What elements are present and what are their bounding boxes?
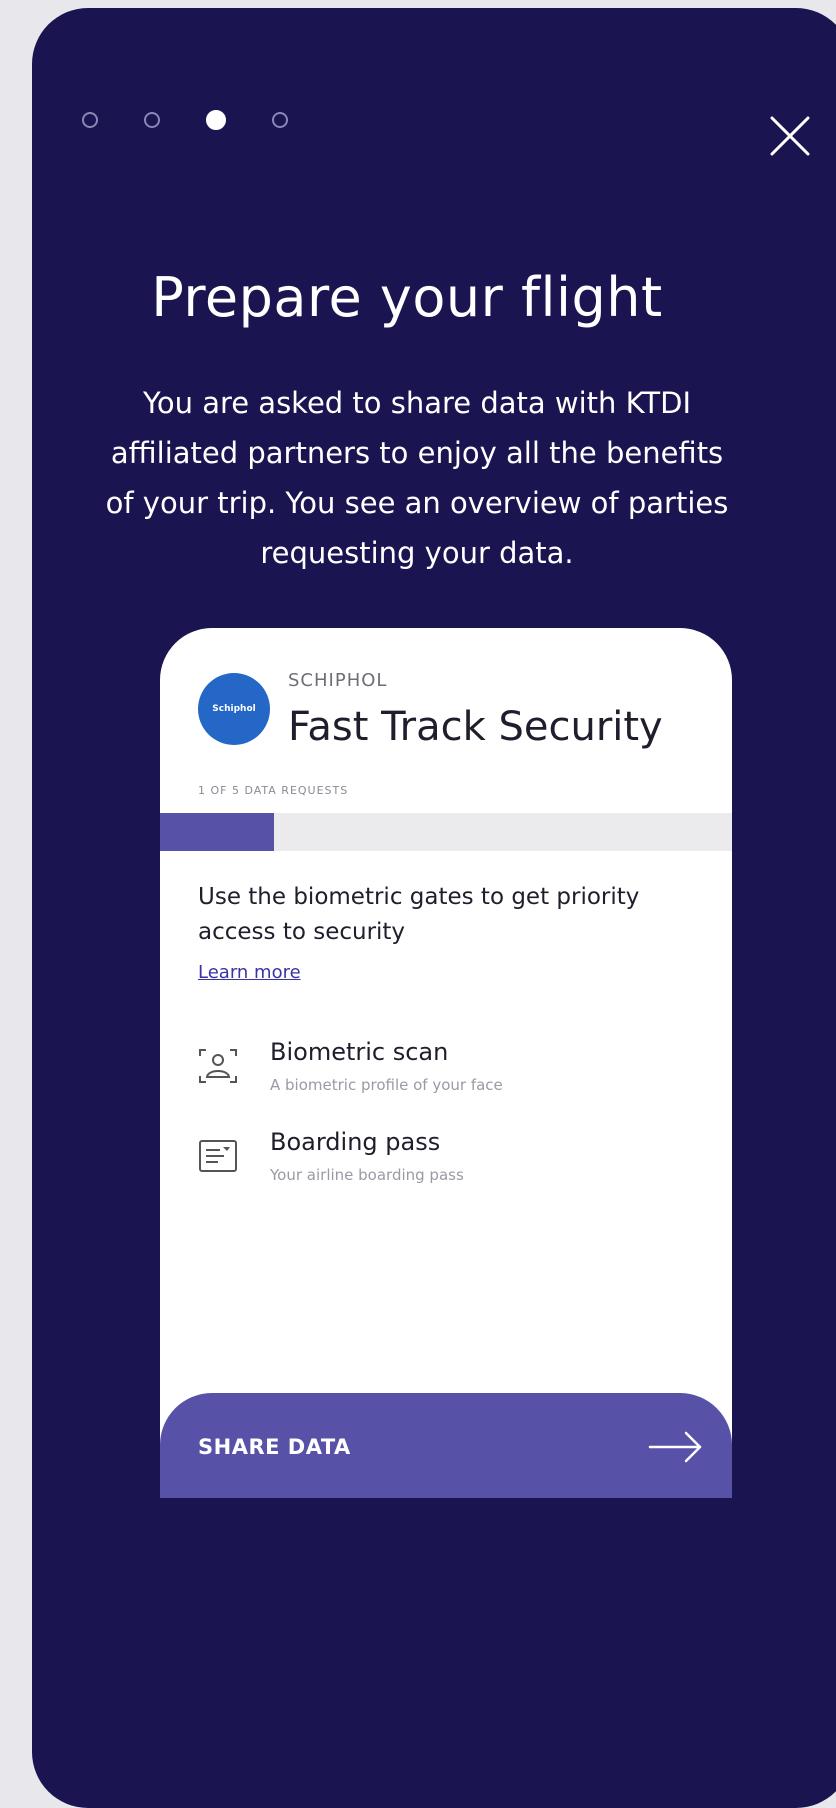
schiphol-logo: Schiphol (198, 673, 270, 745)
pagination-dot-3-active[interactable] (206, 110, 226, 130)
progress-bar (160, 813, 732, 851)
pagination-dot-1[interactable] (82, 112, 98, 128)
pagination-dot-4[interactable] (272, 112, 288, 128)
list-item-biometric-scan: Biometric scan A biometric profile of yo… (196, 1038, 696, 1108)
pagination-dot-2[interactable] (144, 112, 160, 128)
progress-bar-fill (160, 813, 275, 851)
page-title: Prepare your flight (151, 266, 663, 329)
organization-name: SCHIPHOL (288, 670, 388, 691)
request-counter: 1 OF 5 DATA REQUESTS (198, 784, 349, 797)
card-description: Use the biometric gates to get priority … (198, 884, 640, 945)
onboarding-screen: Prepare your flight You are asked to sha… (32, 8, 836, 1808)
card-title: Fast Track Security (288, 704, 663, 750)
share-data-label: SHARE DATA (198, 1435, 351, 1459)
item-title: Boarding pass (270, 1128, 441, 1156)
item-subtitle: Your airline boarding pass (270, 1166, 464, 1184)
close-button[interactable] (766, 112, 814, 160)
biometric-scan-icon (199, 1049, 237, 1083)
pagination-dots (82, 110, 288, 130)
item-title: Biometric scan (270, 1038, 449, 1066)
list-item-boarding-pass: Boarding pass Your airline boarding pass (196, 1128, 696, 1198)
share-data-button[interactable]: SHARE DATA (160, 1393, 732, 1498)
boarding-pass-icon (199, 1140, 237, 1172)
data-request-card: Schiphol SCHIPHOL Fast Track Security 1 … (160, 628, 732, 1498)
learn-more-link[interactable]: Learn more (198, 962, 301, 983)
page-description: You are asked to share data with KTDI af… (105, 386, 729, 570)
item-subtitle: A biometric profile of your face (270, 1076, 503, 1094)
arrow-right-icon (648, 1431, 702, 1463)
close-icon (770, 116, 810, 156)
